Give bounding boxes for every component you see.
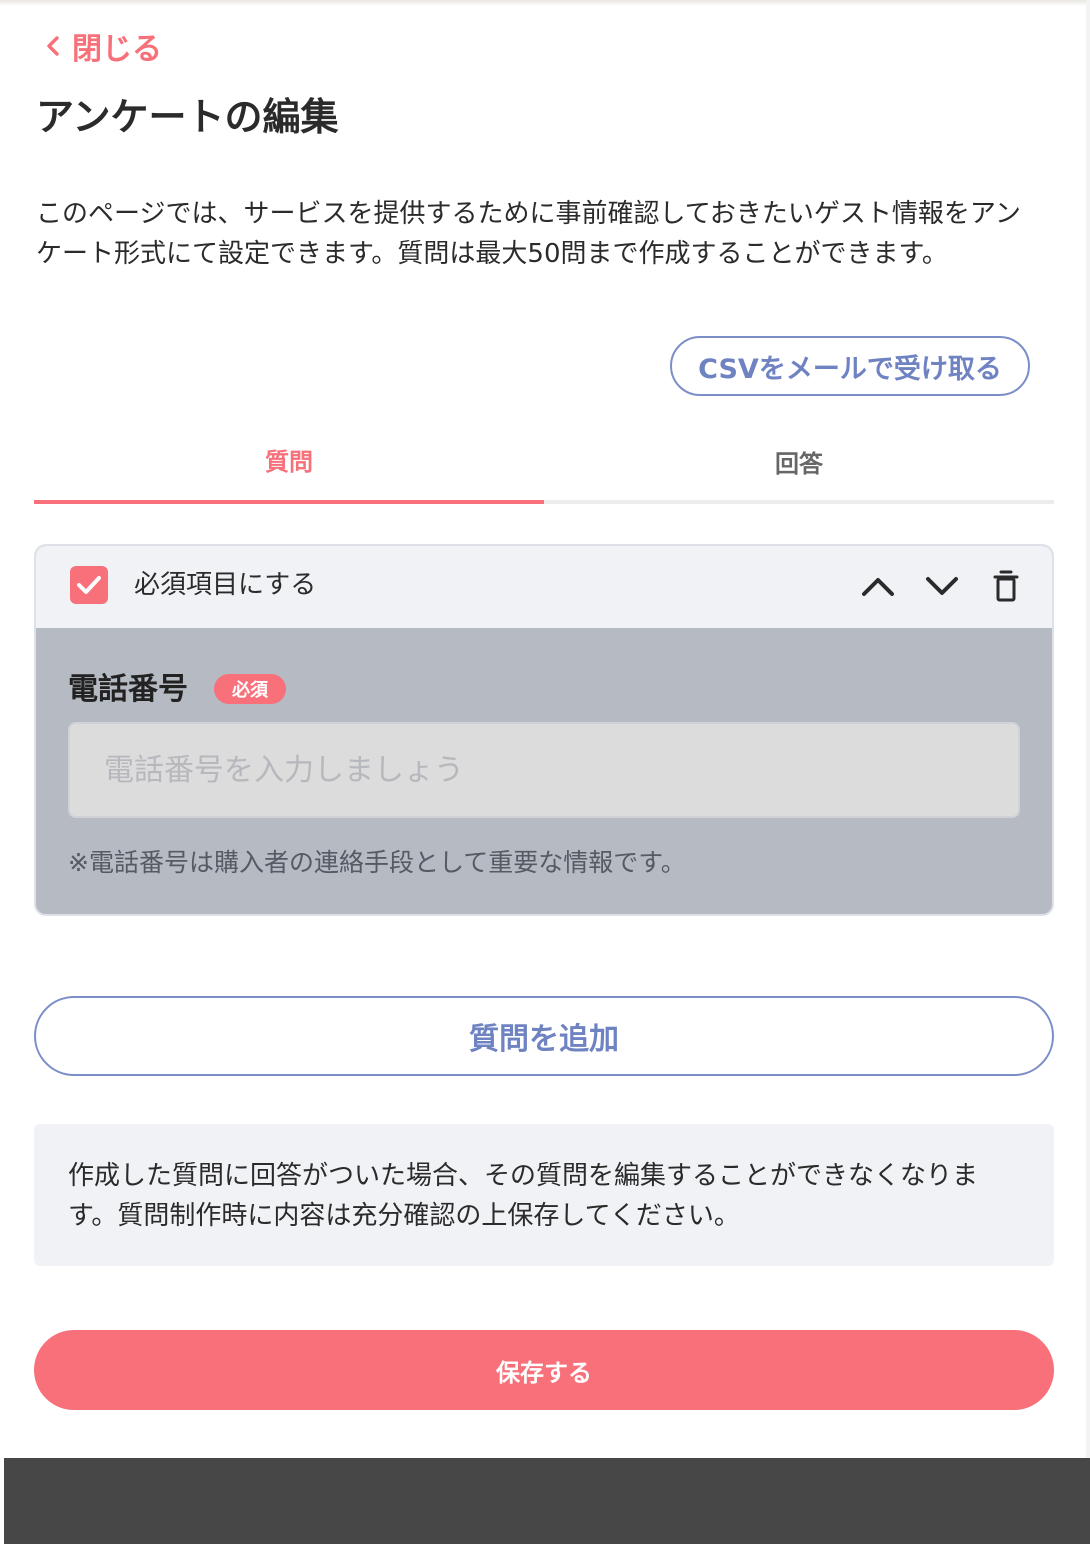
phone-number-input[interactable] xyxy=(68,722,1020,818)
csv-email-button[interactable]: CSVをメールで受け取る xyxy=(670,336,1030,396)
add-question-button[interactable]: 質問を追加 xyxy=(34,996,1054,1076)
chevron-down-icon xyxy=(926,577,958,595)
move-down-button[interactable] xyxy=(922,566,962,606)
move-up-button[interactable] xyxy=(858,566,898,606)
save-button[interactable]: 保存する xyxy=(34,1330,1054,1410)
chevron-up-icon xyxy=(862,578,894,596)
tab-questions[interactable]: 質問 xyxy=(34,426,544,504)
edit-notice-text: 作成した質問に回答がついた場合、その質問を編集することができなくなります。質問制… xyxy=(68,1161,979,1231)
trash-icon xyxy=(993,570,1019,602)
phone-helper-text: ※電話番号は購入者の連絡手段として重要な情報です。 xyxy=(68,848,686,877)
tab-answers[interactable]: 回答 xyxy=(544,426,1054,504)
close-link[interactable]: 閉じる xyxy=(44,26,162,67)
right-edge-rule xyxy=(1086,0,1090,1544)
checkmark-icon xyxy=(77,576,101,594)
delete-button[interactable] xyxy=(986,566,1026,606)
required-checkbox[interactable] xyxy=(70,566,108,604)
page-title: アンケートの編集 xyxy=(36,95,339,139)
intro-text: このページでは、サービスを提供するために事前確認しておきたいゲスト情報をアンケー… xyxy=(36,199,1021,269)
question-card: 必須項目にする 電話番号 必須 ※電話番号は購入者の連絡手段として重要な情報です… xyxy=(34,544,1054,916)
question-field-label: 電話番号 xyxy=(68,672,188,707)
required-badge: 必須 xyxy=(214,674,286,704)
top-edge-shadow xyxy=(0,0,1090,6)
question-card-header: 必須項目にする xyxy=(36,546,1052,628)
required-toggle-label: 必須項目にする xyxy=(134,570,317,600)
page-footer xyxy=(4,1458,1090,1544)
close-label: 閉じる xyxy=(72,32,162,67)
edit-notice: 作成した質問に回答がついた場合、その質問を編集することができなくなります。質問制… xyxy=(34,1124,1054,1266)
chevron-left-icon xyxy=(47,36,59,56)
tab-bar: 質問 回答 xyxy=(34,426,1054,504)
